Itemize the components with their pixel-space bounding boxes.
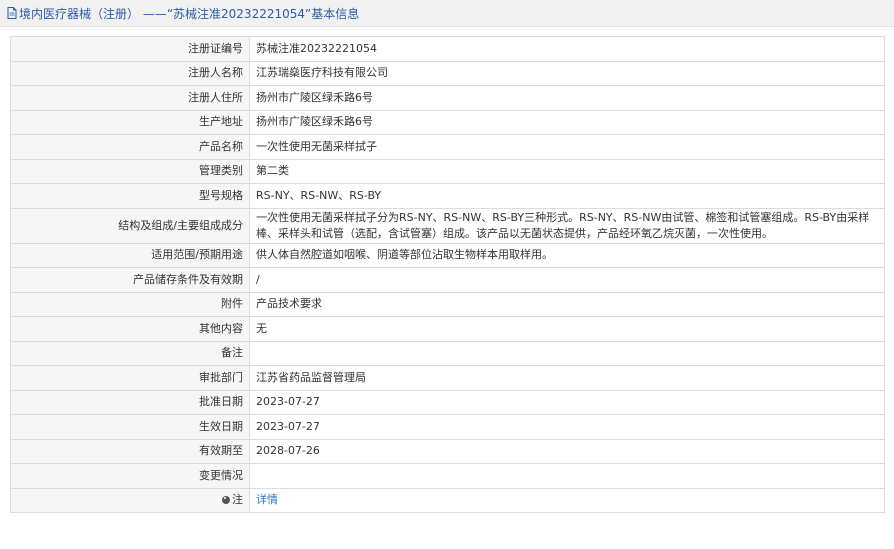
table-row: 注 详情 — [10, 487, 885, 513]
row-label: 注册人名称 — [10, 60, 250, 86]
table-row: 有效期至 2028-07-26 — [10, 438, 885, 464]
row-label-note: 注 — [10, 487, 250, 513]
row-label: 管理类别 — [10, 158, 250, 184]
table-row: 附件 产品技术要求 — [10, 291, 885, 317]
row-label: 注册证编号 — [10, 36, 250, 62]
row-label: 结构及组成/主要组成成分 — [10, 207, 250, 244]
table-row: 产品名称 一次性使用无菌采样拭子 — [10, 134, 885, 160]
row-value — [249, 340, 885, 366]
row-label: 备注 — [10, 340, 250, 366]
note-icon — [222, 496, 230, 505]
page-header: 境内医疗器械（注册） ——“苏械注准20232221054”基本信息 — [0, 0, 894, 27]
table-row: 审批部门 江苏省药品监督管理局 — [10, 365, 885, 391]
table-row: 注册人住所 扬州市广陵区绿禾路6号 — [10, 85, 885, 111]
row-value: 2023-07-27 — [249, 389, 885, 415]
row-value: 一次性使用无菌采样拭子分为RS-NY、RS-NW、RS-BY三种形式。RS-NY… — [249, 207, 885, 244]
row-label: 生效日期 — [10, 414, 250, 440]
row-label: 有效期至 — [10, 438, 250, 464]
row-value: 2028-07-26 — [249, 438, 885, 464]
row-label: 产品名称 — [10, 134, 250, 160]
table-row: 生产地址 扬州市广陵区绿禾路6号 — [10, 109, 885, 135]
row-value: 江苏瑞燊医疗科技有限公司 — [249, 60, 885, 86]
table-row: 型号规格 RS-NY、RS-NW、RS-BY — [10, 183, 885, 209]
row-value: 一次性使用无菌采样拭子 — [249, 134, 885, 160]
note-label: 注 — [232, 493, 243, 507]
row-label: 批准日期 — [10, 389, 250, 415]
info-table: 注册证编号 苏械注准20232221054 注册人名称 江苏瑞燊医疗科技有限公司… — [10, 36, 885, 513]
row-value: 无 — [249, 316, 885, 342]
row-label: 生产地址 — [10, 109, 250, 135]
row-value: 详情 — [249, 487, 885, 513]
row-value: 扬州市广陵区绿禾路6号 — [249, 109, 885, 135]
row-label: 型号规格 — [10, 183, 250, 209]
row-value: 扬州市广陵区绿禾路6号 — [249, 85, 885, 111]
table-row: 注册证编号 苏械注准20232221054 — [10, 36, 885, 62]
row-value: / — [249, 267, 885, 293]
row-value: 苏械注准20232221054 — [249, 36, 885, 62]
table-row: 生效日期 2023-07-27 — [10, 414, 885, 440]
table-row: 适用范围/预期用途 供人体自然腔道如咽喉、阴道等部位沾取生物样本用取样用。 — [10, 242, 885, 268]
row-value: 第二类 — [249, 158, 885, 184]
row-value: 产品技术要求 — [249, 291, 885, 317]
row-label: 其他内容 — [10, 316, 250, 342]
row-label: 注册人住所 — [10, 85, 250, 111]
row-label: 适用范围/预期用途 — [10, 242, 250, 268]
row-value: RS-NY、RS-NW、RS-BY — [249, 183, 885, 209]
table-row: 管理类别 第二类 — [10, 158, 885, 184]
table-row: 其他内容 无 — [10, 316, 885, 342]
table-row: 批准日期 2023-07-27 — [10, 389, 885, 415]
row-value: 供人体自然腔道如咽喉、阴道等部位沾取生物样本用取样用。 — [249, 242, 885, 268]
row-label: 产品储存条件及有效期 — [10, 267, 250, 293]
row-label: 附件 — [10, 291, 250, 317]
table-row: 变更情况 — [10, 463, 885, 489]
page-title: 境内医疗器械（注册） ——“苏械注准20232221054”基本信息 — [19, 6, 360, 21]
row-value — [249, 463, 885, 489]
detail-link[interactable]: 详情 — [256, 493, 278, 506]
row-value: 2023-07-27 — [249, 414, 885, 440]
table-row: 产品储存条件及有效期 / — [10, 267, 885, 293]
document-icon — [7, 7, 17, 19]
row-label: 变更情况 — [10, 463, 250, 489]
table-row: 注册人名称 江苏瑞燊医疗科技有限公司 — [10, 60, 885, 86]
table-row: 结构及组成/主要组成成分 一次性使用无菌采样拭子分为RS-NY、RS-NW、RS… — [10, 207, 885, 244]
row-value: 江苏省药品监督管理局 — [249, 365, 885, 391]
row-label: 审批部门 — [10, 365, 250, 391]
table-row: 备注 — [10, 340, 885, 366]
